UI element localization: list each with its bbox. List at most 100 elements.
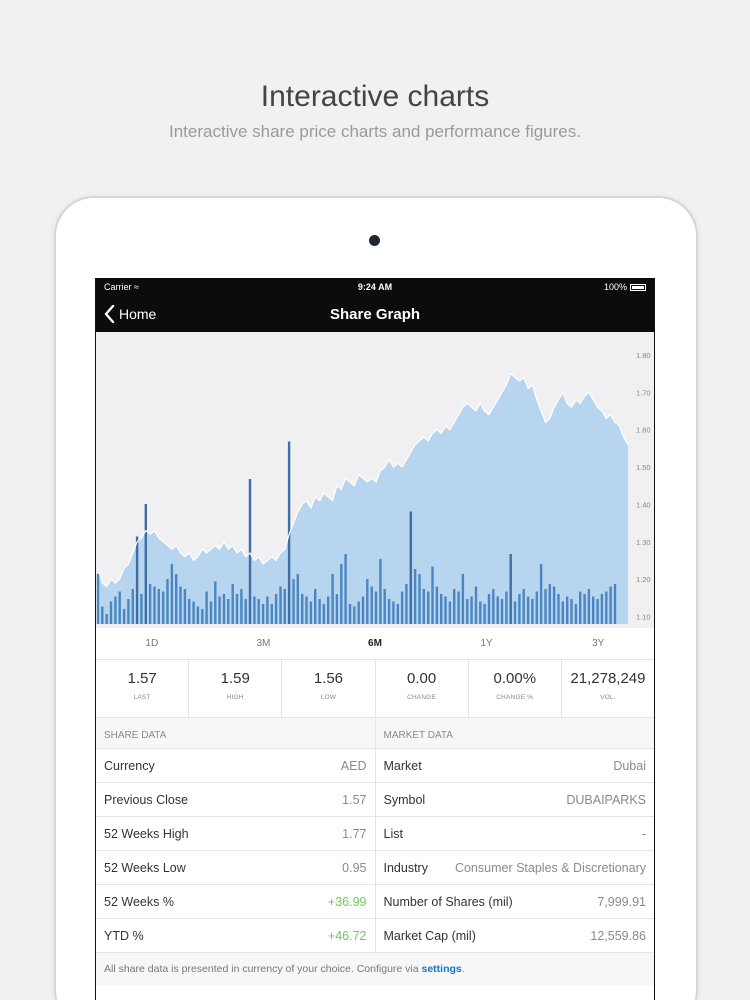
- data-row-value: -: [641, 826, 646, 841]
- share-data-column: Share Data Currency AED Previous Close 1.57…: [96, 718, 375, 952]
- volume-bar: [366, 579, 369, 624]
- y-tick-label: 1.70: [636, 388, 651, 397]
- volume-bar: [170, 564, 174, 624]
- data-row-value: Dubai: [613, 758, 646, 773]
- data-row-value: DUBAIPARKS: [566, 792, 646, 807]
- market-data-column: Market Data Market Dubai Symbol DUBAIPARKS L…: [374, 718, 654, 952]
- volume-bar: [127, 599, 130, 624]
- range-tab-1y[interactable]: 1Y: [431, 628, 543, 659]
- data-row: Symbol DUBAIPARKS: [375, 782, 654, 816]
- volume-bar: [114, 596, 117, 624]
- volume-bar: [214, 581, 217, 624]
- volume-bar: [148, 584, 152, 624]
- back-button[interactable]: Home: [96, 305, 156, 323]
- volume-bar: [305, 596, 308, 624]
- volume-bar: [431, 566, 434, 624]
- stats-bar: 1.57 Last 1.59 High 1.56 Low 0.00 Change 0.00% Ch…: [96, 660, 654, 718]
- volume-bar: [118, 591, 121, 624]
- camera-icon: [369, 235, 380, 246]
- volume-bar: [175, 574, 178, 624]
- range-tab-3y[interactable]: 3Y: [542, 628, 654, 659]
- data-row-value: +36.99: [327, 894, 367, 909]
- data-row-key: Previous Close: [104, 792, 189, 807]
- volume-bar: [513, 601, 517, 624]
- volume-bar: [231, 584, 234, 624]
- data-section: Share Data Currency AED Previous Close 1.57…: [96, 718, 654, 985]
- volume-bar: [274, 594, 278, 624]
- settings-link[interactable]: settings: [422, 963, 462, 975]
- range-tab-1d[interactable]: 1D: [96, 628, 208, 659]
- stat-label: Low: [320, 694, 337, 701]
- volume-bar: [444, 596, 447, 624]
- volume-bar: [496, 596, 499, 624]
- data-row: YTD % +46.72: [96, 918, 375, 952]
- data-row-key: 52 Weeks %: [104, 894, 174, 909]
- volume-bar: [570, 599, 573, 624]
- volume-bar: [487, 594, 491, 624]
- volume-bar: [548, 584, 551, 624]
- page-title: Share Graph: [329, 305, 421, 323]
- volume-bar: [470, 596, 473, 624]
- volume-bar: [539, 564, 543, 624]
- range-tab-6m[interactable]: 6M: [319, 628, 431, 659]
- volume-bar: [266, 596, 269, 624]
- volume-bar: [196, 606, 200, 624]
- stat-value: 1.56: [313, 670, 344, 687]
- volume-bar: [413, 569, 417, 624]
- volume-bar: [348, 604, 352, 624]
- volume-bar: [474, 586, 478, 624]
- data-row: 52 Weeks Low 0.95: [96, 850, 375, 884]
- data-row-key: Market: [383, 758, 422, 773]
- volume-bar: [301, 594, 304, 624]
- stat-label: High: [226, 694, 244, 701]
- volume-bar: [270, 604, 273, 624]
- volume-bar: [440, 594, 443, 624]
- volume-bar: [209, 601, 213, 624]
- data-row-value: 1.57: [342, 792, 367, 807]
- stat-label: Vol.: [600, 694, 616, 701]
- volume-bar: [374, 591, 378, 624]
- volume-bar: [240, 589, 243, 624]
- volume-bar: [157, 589, 160, 624]
- stat-change: 0.00% Change %: [469, 660, 562, 717]
- stat-high: 1.59 High: [189, 660, 283, 717]
- share-data-heading: Share Data: [104, 730, 167, 741]
- share-chart-svg[interactable]: 1.80 1.70 1.60 1.50 1.40 1.30 1.20 1.10: [96, 332, 654, 628]
- stat-value: 1.57: [127, 670, 157, 687]
- volume-bar: [283, 589, 286, 624]
- volume-bar: [296, 574, 299, 624]
- data-row: List -: [375, 816, 654, 850]
- volume-bar: [318, 599, 321, 624]
- stat-value: 21,278,249: [570, 670, 646, 687]
- range-tab-3m[interactable]: 3M: [208, 628, 320, 659]
- stat-value: 0.00%: [493, 670, 537, 687]
- volume-bar: [483, 604, 486, 624]
- stat-change: 0.00 Change: [376, 660, 469, 717]
- data-row: 52 Weeks High 1.77: [96, 816, 375, 850]
- app-screen: Carrier ≈ 9:24 AM 100% Home Share Graph …: [95, 278, 655, 1000]
- volume-bar: [131, 589, 134, 624]
- volume-bar: [166, 579, 169, 624]
- volume-bar: [135, 536, 139, 624]
- volume-bar: [383, 589, 386, 624]
- volume-bar: [179, 586, 182, 624]
- data-row-key: Number of Shares (mil): [383, 894, 513, 909]
- volume-bar: [292, 579, 295, 624]
- data-row: Industry Consumer Staples & Discretionary: [375, 850, 654, 884]
- volume-bar: [522, 589, 525, 624]
- volume-bar: [96, 574, 100, 624]
- volume-bar: [188, 599, 191, 624]
- volume-bar: [448, 601, 452, 624]
- volume-bar: [596, 599, 599, 624]
- volume-bar: [335, 594, 339, 624]
- y-tick-label: 1.10: [636, 613, 651, 622]
- volume-bar: [331, 574, 334, 624]
- volume-bar: [422, 589, 425, 624]
- volume-bar: [453, 589, 456, 624]
- volume-bar: [505, 591, 508, 624]
- share-chart[interactable]: 1.80 1.70 1.60 1.50 1.40 1.30 1.20 1.10: [96, 332, 654, 628]
- data-row: Market Cap (mil) 12,559.86: [375, 918, 654, 952]
- volume-bar: [600, 594, 604, 624]
- volume-bar: [222, 594, 226, 624]
- data-row: 52 Weeks % +36.99: [96, 884, 375, 918]
